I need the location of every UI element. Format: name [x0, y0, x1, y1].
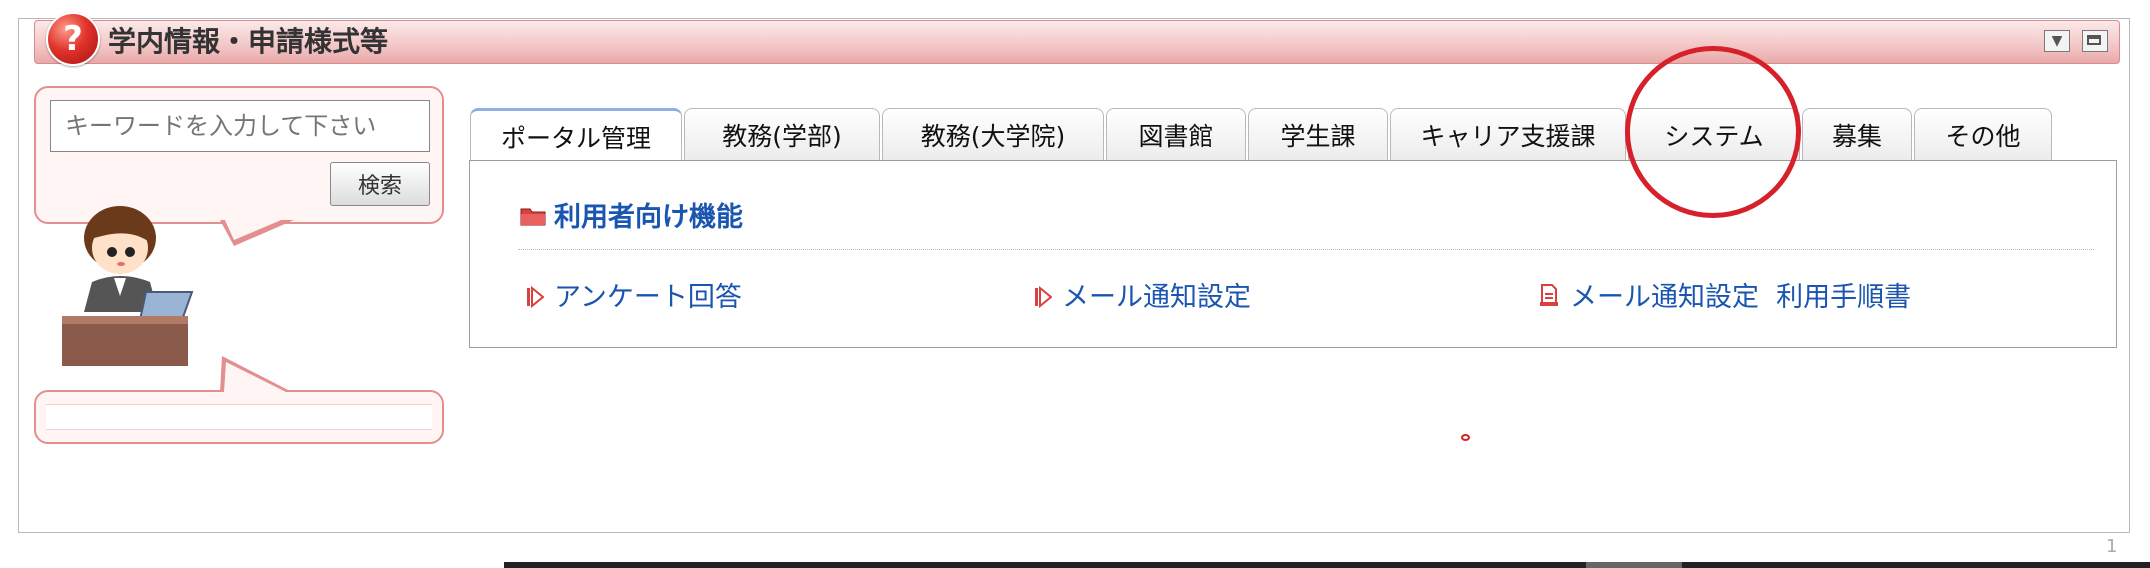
tab-academic-graduate[interactable]: 教務(大学院): [882, 108, 1104, 160]
tab-student-affairs[interactable]: 学生課: [1248, 108, 1388, 160]
portlet-title: 学内情報・申請様式等: [108, 25, 389, 58]
bottom-scrollbar[interactable]: [504, 562, 2150, 568]
tab-academic-undergrad[interactable]: 教務(学部): [684, 108, 880, 160]
document-icon: [1540, 284, 1558, 306]
message-area: [46, 404, 432, 430]
highlight-annotation: [1625, 46, 1801, 218]
tab-recruitment[interactable]: 募集: [1802, 108, 1912, 160]
link-mail-notification-manual[interactable]: メール通知設定 利用手順書: [1570, 280, 1911, 316]
search-input[interactable]: [50, 100, 430, 152]
annotation-dot: [1461, 434, 1470, 441]
tab-content-panel: [469, 160, 2117, 348]
divider: [518, 249, 2094, 250]
maximize-button[interactable]: [2082, 30, 2108, 52]
scrollbar-thumb[interactable]: [1586, 562, 1682, 568]
collapse-button[interactable]: ▼: [2044, 30, 2070, 52]
section-title: 利用者向け機能: [554, 202, 743, 233]
question-icon: ?: [46, 12, 100, 66]
tab-career-support[interactable]: キャリア支援課: [1390, 108, 1626, 160]
tab-other[interactable]: その他: [1914, 108, 2052, 160]
mascot-illustration: [62, 206, 194, 366]
search-button[interactable]: 検索: [330, 162, 430, 206]
page-number: 1: [2106, 536, 2118, 557]
arrow-icon: [527, 286, 544, 308]
tab-library[interactable]: 図書館: [1106, 108, 1246, 160]
arrow-icon: [1035, 286, 1052, 308]
link-survey-answer[interactable]: アンケート回答: [554, 280, 742, 316]
folder-icon: [520, 208, 546, 226]
link-mail-notification-settings[interactable]: メール通知設定: [1062, 280, 1251, 316]
tab-portal-admin[interactable]: ポータル管理: [470, 108, 682, 162]
